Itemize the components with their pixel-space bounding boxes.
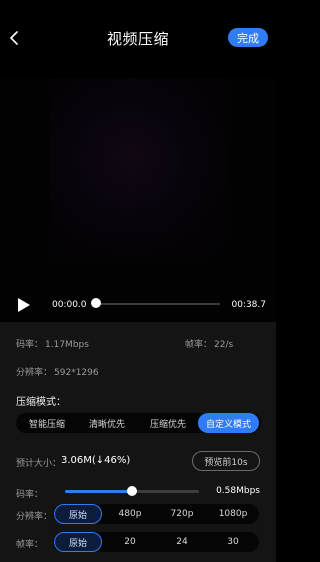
original-resolution: 分辨率： 592*1296 bbox=[16, 365, 99, 378]
original-fps-label: 帧率： bbox=[185, 340, 213, 350]
done-button[interactable]: 完成 bbox=[228, 28, 268, 47]
fps-options: 原始 20 24 30 bbox=[53, 532, 259, 552]
header: 视频压缩 完成 bbox=[0, 0, 276, 78]
mode-custom[interactable]: 自定义模式 bbox=[198, 413, 259, 433]
total-duration: 00:38.7 bbox=[231, 300, 266, 310]
current-time: 00:00.0 bbox=[52, 300, 87, 310]
fps-original[interactable]: 原始 bbox=[54, 532, 102, 552]
resolution-options-label: 分辨率： bbox=[16, 512, 53, 522]
estimated-size-label: 预计大小： bbox=[16, 459, 62, 469]
bitrate-slider-value: 0.58Mbps bbox=[216, 486, 260, 496]
original-bitrate-label: 码率： bbox=[16, 340, 44, 350]
video-frame bbox=[50, 78, 226, 258]
original-resolution-label: 分辨率： bbox=[16, 368, 53, 378]
bitrate-slider-fill bbox=[65, 490, 132, 493]
bitrate-slider[interactable] bbox=[65, 486, 199, 496]
mode-compression-first[interactable]: 压缩优先 bbox=[138, 413, 198, 433]
fps-options-label: 帧率： bbox=[16, 540, 44, 550]
original-bitrate: 码率： 1.17Mbps bbox=[16, 337, 89, 350]
bitrate-slider-thumb[interactable] bbox=[127, 486, 137, 496]
bitrate-slider-label: 码率： bbox=[16, 490, 44, 500]
original-fps: 帧率： 22/s bbox=[185, 337, 233, 350]
resolution-480p[interactable]: 480p bbox=[105, 504, 155, 524]
resolution-original[interactable]: 原始 bbox=[54, 504, 102, 524]
fps-24[interactable]: 24 bbox=[157, 532, 207, 552]
compression-mode-selector: 智能压缩 清晰优先 压缩优先 自定义模式 bbox=[16, 413, 261, 433]
original-bitrate-value: 1.17Mbps bbox=[45, 340, 89, 350]
seek-bar[interactable] bbox=[93, 303, 220, 305]
resolution-options: 原始 480p 720p 1080p bbox=[53, 504, 259, 524]
resolution-1080p[interactable]: 1080p bbox=[208, 504, 258, 524]
mode-smart[interactable]: 智能压缩 bbox=[18, 413, 76, 433]
play-icon[interactable] bbox=[17, 297, 31, 313]
estimated-size-value: 3.06M(↓46%) bbox=[61, 455, 131, 466]
fps-20[interactable]: 20 bbox=[105, 532, 155, 552]
settings-panel bbox=[0, 322, 276, 562]
mode-clarity-first[interactable]: 清晰优先 bbox=[77, 413, 137, 433]
seek-thumb[interactable] bbox=[91, 298, 101, 308]
preview-10s-button[interactable]: 预览前10s bbox=[192, 451, 260, 471]
compression-mode-title: 压缩模式： bbox=[16, 397, 66, 408]
resolution-720p[interactable]: 720p bbox=[157, 504, 207, 524]
original-fps-value: 22/s bbox=[214, 340, 234, 350]
original-resolution-value: 592*1296 bbox=[54, 368, 99, 378]
fps-30[interactable]: 30 bbox=[208, 532, 258, 552]
video-preview[interactable] bbox=[0, 78, 276, 322]
